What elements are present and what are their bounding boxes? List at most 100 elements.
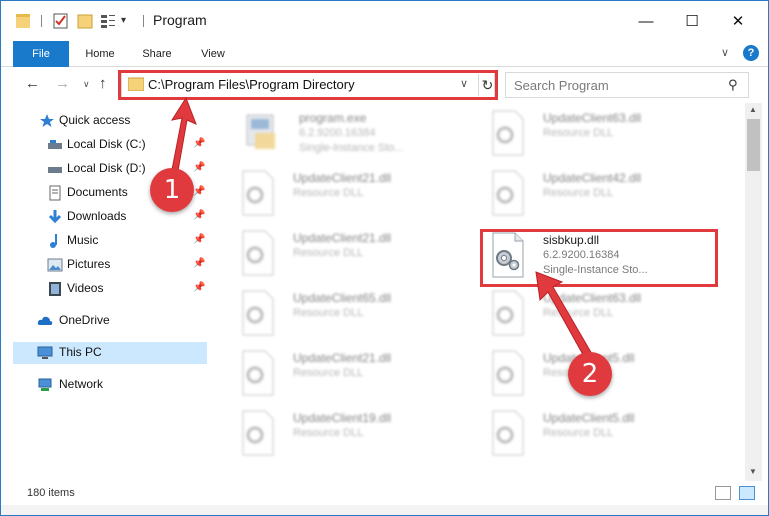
dll-file-icon [242,230,274,276]
file-item[interactable]: UpdateClient21.dll Resource DLL [227,345,467,401]
recent-locations-icon[interactable]: ∨ [83,79,90,90]
file-item[interactable]: UpdateClient63.dll Resource DLL [477,285,717,341]
nav-label: Videos [67,281,104,295]
file-name: UpdateClient21.dll [293,171,392,185]
pin-icon[interactable]: 📌 [193,234,205,245]
minimize-button[interactable]: — [623,1,669,41]
address-row: ← → ∨ ↑ C:\Program Files\Program Directo… [1,67,768,103]
nav-label: Downloads [67,209,127,223]
pin-icon[interactable]: 📌 [193,282,205,293]
file-description: Single-Instance Sto... [299,142,404,154]
address-highlight-box [118,70,498,100]
nav-label: Local Disk (D:) [67,161,146,175]
file-version: Resource DLL [293,247,364,259]
file-item[interactable]: UpdateClient65.dll Resource DLL [227,285,467,341]
dll-file-icon [242,170,274,216]
tab-file[interactable]: File [13,41,69,67]
nav-label: Music [67,233,99,247]
cloud-icon [37,316,53,325]
tab-share[interactable]: Share [135,41,179,67]
file-item[interactable]: UpdateClient19.dll Resource DLL [227,405,467,461]
explorer-window: ▾ Program — ☐ ✕ File Home Share View ∨ ?… [0,0,769,516]
file-name: UpdateClient63.dll [543,291,642,305]
scroll-down-icon[interactable]: ▼ [749,467,757,476]
pin-icon[interactable]: 📌 [193,210,205,221]
file-version: 6.2.9200.16384 [299,127,376,139]
window-title: Program [153,12,207,28]
pin-icon[interactable]: 📌 [193,258,205,269]
file-name: UpdateClient21.dll [293,351,392,365]
nav-item-quick-access[interactable]: Quick access [1,110,207,132]
dll-file-icon [492,350,524,396]
chevron-down-icon[interactable]: ▾ [121,15,131,33]
nav-item-onedrive[interactable]: OneDrive [1,310,207,332]
file-item[interactable]: UpdateClient21.dll Resource DLL [227,225,467,281]
file-highlight-box [480,229,718,287]
exe-file-icon [246,114,275,149]
file-item[interactable]: UpdateClient63.dll Resource DLL [477,105,717,161]
details-view-icon[interactable] [715,486,731,500]
expand-ribbon-icon[interactable]: ∨ [721,46,729,59]
file-item[interactable]: program.exe 6.2.9200.16384 Single-Instan… [233,105,473,161]
search-icon[interactable]: ⚲ [728,77,738,93]
maximize-button[interactable]: ☐ [669,1,715,41]
drive-icon [48,167,62,173]
scroll-thumb[interactable] [747,119,760,171]
star-icon [40,114,54,127]
nav-label: Documents [67,185,128,199]
search-input[interactable]: Search Program ⚲ [505,72,749,98]
file-name: UpdateClient19.dll [293,411,392,425]
file-name: UpdateClient63.dll [543,111,642,125]
nav-item-pictures[interactable]: Pictures 📌 [1,254,207,276]
dll-file-icon [242,290,274,336]
item-count: 180 items [27,487,75,499]
window-bottom-edge [1,505,768,515]
computer-icon [37,346,53,359]
file-name: UpdateClient5.dll [543,411,635,425]
file-version: Resource DLL [543,307,614,319]
file-name: UpdateClient21.dll [293,231,392,245]
title-bar: ▾ Program — ☐ ✕ [1,1,768,41]
documents-icon [49,185,61,201]
scroll-up-icon[interactable]: ▲ [749,105,757,114]
file-item[interactable]: UpdateClient42.dll Resource DLL [477,165,717,221]
forward-arrow-icon[interactable]: → [55,75,70,92]
nav-item-this-pc[interactable]: This PC [13,342,207,364]
toolbar-separator [41,15,42,27]
pin-icon[interactable]: 📌 [193,186,205,197]
nav-label: OneDrive [59,313,110,327]
file-version: Resource DLL [543,187,614,199]
vertical-scrollbar[interactable]: ▲ ▼ [745,103,762,481]
nav-item-music[interactable]: Music 📌 [1,230,207,252]
nav-item-videos[interactable]: Videos 📌 [1,278,207,300]
nav-item-local-disk-c[interactable]: Local Disk (C:) 📌 [1,134,207,156]
pictures-icon [47,258,63,272]
step-2-badge: 2 [568,352,612,396]
large-icons-view-icon[interactable] [739,486,755,500]
nav-label: Quick access [59,113,131,127]
tab-home[interactable]: Home [77,41,123,67]
new-folder-icon[interactable] [77,12,93,30]
folder-icon[interactable] [15,12,31,30]
file-version: Resource DLL [293,187,364,199]
help-icon[interactable]: ? [743,45,759,61]
close-button[interactable]: ✕ [715,1,761,41]
search-placeholder: Search Program [514,78,609,93]
nav-label: Local Disk (C:) [67,137,146,151]
file-version: Resource DLL [543,427,614,439]
nav-item-network[interactable]: Network [1,374,207,396]
dll-file-icon [492,110,524,156]
tab-view[interactable]: View [191,41,235,67]
step-1-badge: 1 [150,168,194,212]
nav-label: Network [59,377,104,391]
customize-icon[interactable] [99,12,117,30]
download-icon [48,210,62,224]
back-arrow-icon[interactable]: ← [25,75,40,92]
up-arrow-icon[interactable]: ↑ [99,75,107,92]
properties-check-icon[interactable] [53,12,69,30]
file-item[interactable]: UpdateClient5.dll Resource DLL [477,405,717,461]
pin-icon[interactable]: 📌 [193,162,205,173]
pin-icon[interactable]: 📌 [193,138,205,149]
file-item[interactable]: UpdateClient21.dll Resource DLL [227,165,467,221]
dll-file-icon [492,170,524,216]
